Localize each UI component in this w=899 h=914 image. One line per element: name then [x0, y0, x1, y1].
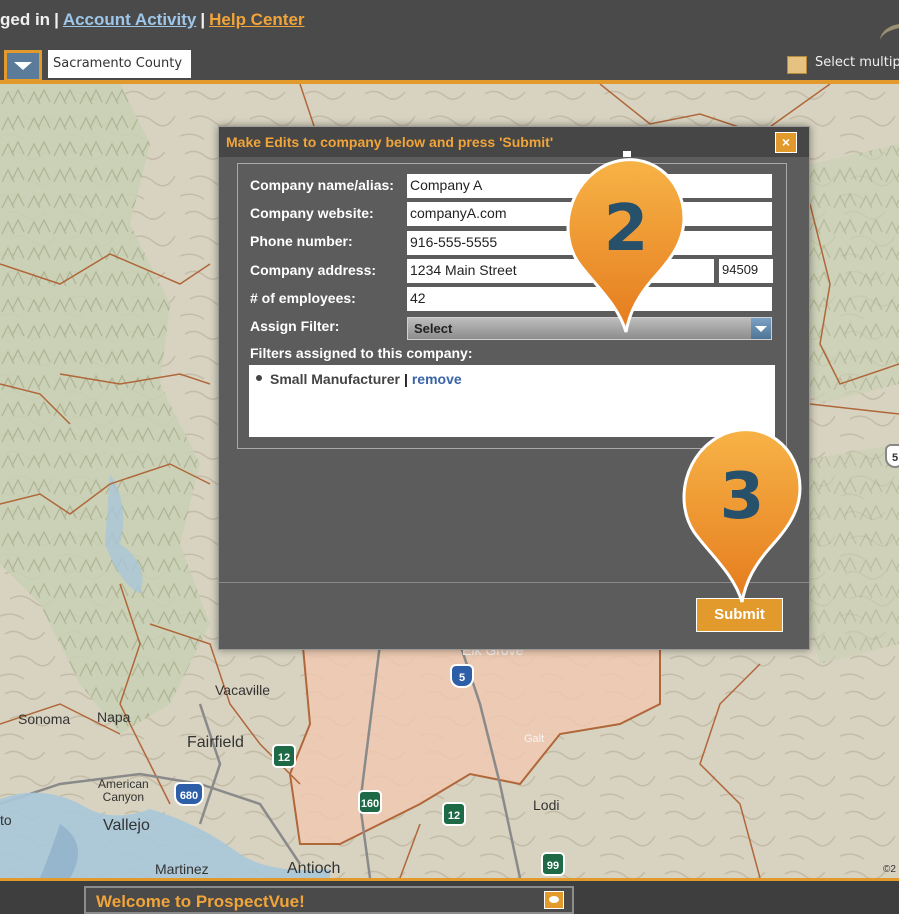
separator: | [54, 10, 59, 29]
map-label-sonoma: Sonoma [18, 711, 71, 727]
interstate-680-shield-icon: 680 [174, 782, 204, 806]
company-name-label: Company name/alias: [250, 177, 394, 193]
separator: | [403, 371, 408, 387]
top-links: ged in | Account Activity | Help Center [0, 10, 305, 30]
account-activity-link[interactable]: Account Activity [63, 10, 197, 29]
highway-shield-icon: 5 [885, 444, 899, 468]
separator: | [200, 10, 206, 29]
chevron-down-icon [751, 318, 771, 339]
dialog-title: Make Edits to company below and press 'S… [226, 134, 554, 150]
zip-code-input[interactable]: 94509 [719, 259, 773, 283]
logged-in-text: ged in [0, 10, 51, 29]
close-button[interactable]: × [775, 132, 797, 153]
phone-number-label: Phone number: [250, 233, 353, 249]
chevron-down-icon [14, 62, 32, 70]
map-label-vacaville: Vacaville [215, 682, 270, 698]
county-dropdown-button[interactable] [4, 50, 42, 82]
highway-160-shield-icon: 160 [358, 790, 382, 814]
map-label-fairfield: Fairfield [187, 734, 244, 751]
company-website-label: Company website: [250, 205, 374, 221]
step-2-callout-marker: 2 [564, 154, 688, 334]
highway-99-shield-icon: 99 [541, 852, 565, 876]
select-multiple-checkbox[interactable] [787, 56, 807, 74]
employees-label: # of employees: [250, 290, 356, 306]
map-label-to: to [0, 812, 12, 828]
highway-12-shield-icon: 12 [442, 802, 466, 826]
welcome-panel: Welcome to ProspectVue! [84, 886, 574, 914]
map-label-napa: Napa [97, 709, 131, 725]
step-3-callout-marker: 3 [680, 424, 804, 604]
dialog-header: Make Edits to company below and press 'S… [219, 127, 809, 157]
list-item: Small Manufacturer | remove [256, 371, 462, 387]
filter-name: Small Manufacturer [270, 371, 400, 387]
county-select-field[interactable]: Sacramento County [48, 50, 191, 78]
select-multiple-label: Select multiple [815, 55, 899, 70]
expand-toggle-icon[interactable] [544, 891, 564, 909]
bullet-icon [256, 375, 262, 381]
map-label-lodi: Lodi [533, 797, 560, 813]
logo-mark-icon [877, 20, 899, 54]
step-3-number: 3 [719, 460, 765, 534]
company-address-label: Company address: [250, 262, 377, 278]
map-label-american-canyon: American Canyon [98, 777, 149, 804]
remove-filter-link[interactable]: remove [412, 371, 462, 387]
assign-filter-label: Assign Filter: [250, 318, 340, 334]
help-center-link[interactable]: Help Center [209, 10, 304, 29]
map-label-martinez: Martinez [155, 861, 209, 877]
top-bar: ged in | Account Activity | Help Center Sacr… [0, 0, 899, 84]
interstate-5-shield-icon: 5 [450, 664, 474, 688]
step-2-number: 2 [603, 192, 649, 266]
map-label-antioch: Antioch [287, 860, 341, 877]
map-label-vallejo: Vallejo [103, 817, 150, 834]
filters-heading: Filters assigned to this company: [250, 345, 473, 361]
highway-12-shield-icon: 12 [272, 744, 296, 768]
welcome-title: Welcome to ProspectVue! [96, 892, 305, 911]
assign-filter-value: Select [414, 321, 453, 336]
map-label-galt: Galt [524, 733, 545, 745]
map-copyright: ©2 [883, 864, 896, 875]
